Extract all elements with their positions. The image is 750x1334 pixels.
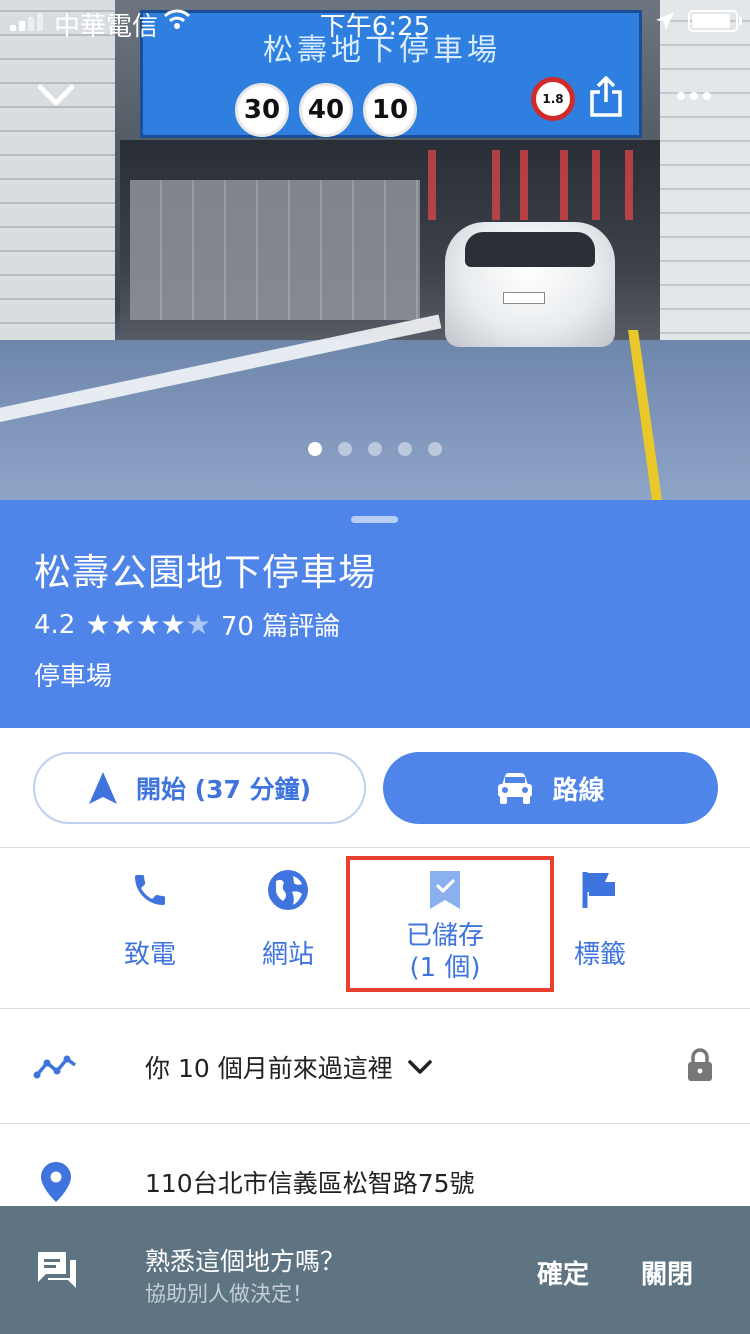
red-light xyxy=(428,150,436,220)
label-button[interactable]: 標籤 xyxy=(558,866,642,971)
rating-stars-icon: ★★★★★ xyxy=(85,608,211,641)
call-button[interactable]: 致電 xyxy=(110,866,190,971)
timeline-icon xyxy=(33,1055,77,1079)
call-label: 致電 xyxy=(123,940,176,970)
rating-value: 4.2 xyxy=(34,609,76,640)
visit-history-row[interactable]: 你 10 個月前來過這裡 xyxy=(0,1009,750,1125)
share-icon xyxy=(590,76,622,117)
location-arrow-icon xyxy=(656,12,674,30)
quick-actions-row: 致電 網站 已儲存 (1 個) 標籤 xyxy=(0,848,750,1008)
car-rear-window xyxy=(465,232,595,267)
primary-actions: 開始 (37 分鐘) 路線 xyxy=(0,728,750,848)
white-car xyxy=(445,222,615,347)
chevron-down-icon xyxy=(37,84,75,106)
label-label: 標籤 xyxy=(573,940,626,970)
red-light xyxy=(492,150,500,220)
directions-label: 路線 xyxy=(552,775,605,806)
red-light xyxy=(520,150,528,220)
feedback-chat-icon xyxy=(38,1252,76,1288)
confirm-button[interactable]: 確定 xyxy=(537,1254,589,1291)
feedback-question: 熟悉這個地方嗎？ xyxy=(145,1247,346,1276)
review-count[interactable]: 70 篇評論 xyxy=(221,606,340,643)
directions-button[interactable]: 路線 xyxy=(383,752,718,824)
tunnel-wall xyxy=(130,180,420,320)
chevron-down-icon xyxy=(407,1060,432,1074)
carousel-dot[interactable] xyxy=(338,442,352,456)
navigation-arrow-icon xyxy=(88,772,117,804)
dismiss-button[interactable]: 關閉 xyxy=(641,1254,693,1291)
height-limit-sign: 1.8 xyxy=(531,77,575,121)
location-pin-icon xyxy=(41,1162,71,1202)
collapse-button[interactable] xyxy=(30,70,82,122)
start-navigation-label: 開始 (37 分鐘) xyxy=(135,775,312,804)
status-time: 下午6:25 xyxy=(319,12,431,42)
car-plate xyxy=(503,292,545,304)
carousel-dot[interactable] xyxy=(428,442,442,456)
feedback-subtitle: 協助別人做決定！ xyxy=(145,1282,313,1306)
more-dots-icon xyxy=(677,92,711,100)
red-light xyxy=(560,150,568,220)
visit-history-text: 你 10 個月前來過這裡 xyxy=(145,1054,393,1083)
place-photo-carousel[interactable]: 松壽地下停車場 30 40 10 1.8 xyxy=(0,0,750,500)
share-button[interactable] xyxy=(580,70,632,122)
carousel-indicators xyxy=(0,442,750,456)
sign-rate: 30 xyxy=(235,83,289,137)
status-bar: 中華電信 下午6:25 xyxy=(0,0,750,42)
rating-row[interactable]: 4.2 ★★★★★ 70 篇評論 xyxy=(34,606,340,643)
more-options-button[interactable] xyxy=(668,70,720,122)
feedback-banner: 熟悉這個地方嗎？ 協助別人做決定！ 確定 關閉 xyxy=(0,1206,750,1334)
website-label: 網站 xyxy=(261,940,314,970)
red-light xyxy=(592,150,600,220)
red-light xyxy=(625,150,633,220)
lock-icon xyxy=(688,1048,712,1081)
carousel-dot[interactable] xyxy=(368,442,382,456)
place-header[interactable]: 松壽公園地下停車場 4.2 ★★★★★ 70 篇評論 停車場 xyxy=(0,500,750,728)
highlight-annotation-box xyxy=(346,856,554,992)
drag-handle[interactable] xyxy=(351,516,398,523)
globe-icon xyxy=(268,870,308,910)
tile-wall-left xyxy=(0,0,115,370)
place-category: 停車場 xyxy=(34,662,113,692)
battery-icon xyxy=(688,10,742,32)
phone-icon xyxy=(135,875,165,905)
place-name: 松壽公園地下停車場 xyxy=(34,551,376,594)
carousel-dot-active[interactable] xyxy=(308,442,322,456)
carousel-dot[interactable] xyxy=(398,442,412,456)
sign-rate: 40 xyxy=(299,83,353,137)
sign-rate: 10 xyxy=(363,83,417,137)
start-navigation-button[interactable]: 開始 (37 分鐘) xyxy=(33,752,366,824)
website-button[interactable]: 網站 xyxy=(245,866,331,971)
address-text: 110台北市信義區松智路75號 xyxy=(145,1169,475,1198)
flag-icon xyxy=(582,872,615,908)
car-icon xyxy=(498,773,533,804)
